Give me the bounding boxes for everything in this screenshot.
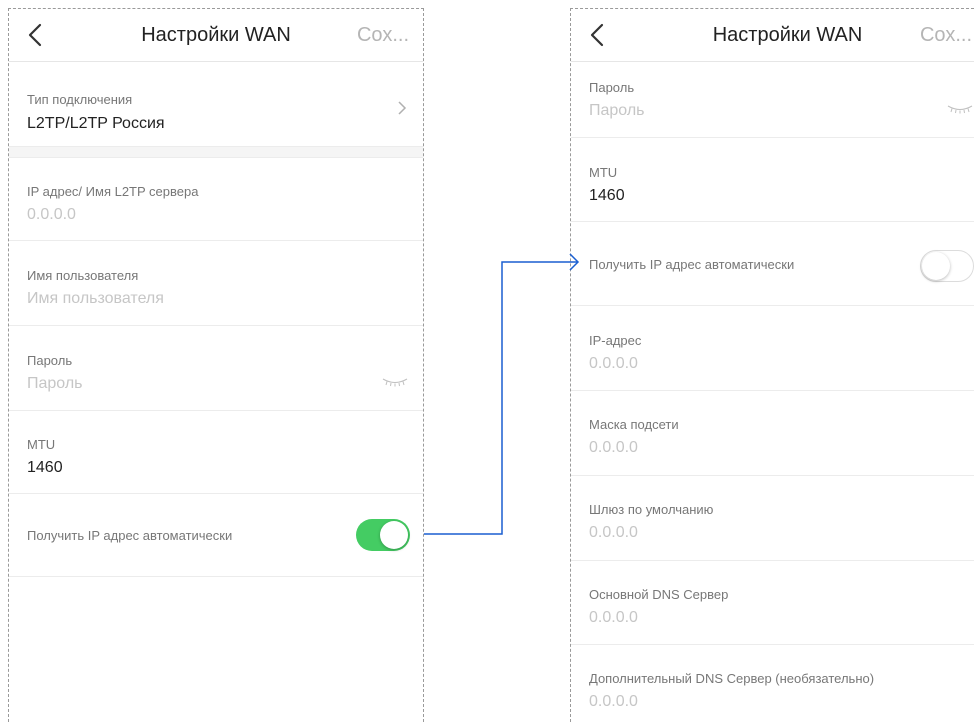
auto-ip-row: Получить IP адрес автоматически bbox=[571, 222, 974, 306]
toggle-knob bbox=[922, 251, 950, 280]
auto-ip-label: Получить IP адрес автоматически bbox=[27, 528, 233, 543]
secondary-dns-field[interactable]: Дополнительный DNS Сервер (необязательно… bbox=[571, 645, 974, 722]
toggle-knob bbox=[380, 521, 408, 549]
gateway-input[interactable]: 0.0.0.0 bbox=[589, 524, 638, 542]
mtu-label: MTU bbox=[27, 437, 56, 452]
ip-address-input[interactable]: 0.0.0.0 bbox=[589, 355, 638, 373]
ip-address-field[interactable]: IP-адрес 0.0.0.0 bbox=[571, 306, 974, 391]
subnet-mask-field[interactable]: Маска подсети 0.0.0.0 bbox=[571, 391, 974, 476]
mtu-input[interactable]: 1460 bbox=[589, 187, 625, 205]
subnet-mask-input[interactable]: 0.0.0.0 bbox=[589, 439, 638, 457]
save-button[interactable]: Сох... bbox=[357, 24, 409, 47]
mtu-field[interactable]: MTU 1460 bbox=[571, 138, 974, 222]
left-screen: Настройки WAN Сох... Тип подключения L2T… bbox=[8, 8, 424, 722]
mtu-input[interactable]: 1460 bbox=[27, 459, 63, 477]
header: Настройки WAN Сох... bbox=[9, 9, 423, 62]
connection-type-row[interactable]: Тип подключения L2TP/L2TP Россия bbox=[9, 62, 423, 147]
auto-ip-label: Получить IP адрес автоматически bbox=[589, 257, 795, 272]
subnet-mask-label: Маска подсети bbox=[589, 417, 679, 432]
server-input[interactable]: 0.0.0.0 bbox=[27, 206, 76, 224]
header: Настройки WAN Сох... bbox=[571, 9, 974, 62]
eye-closed-icon[interactable] bbox=[381, 377, 409, 387]
connection-type-label: Тип подключения bbox=[27, 92, 133, 107]
right-screen: Настройки WAN Сох... Пароль Пароль MTU 1… bbox=[570, 8, 974, 722]
chevron-right-icon bbox=[398, 101, 407, 115]
secondary-dns-label: Дополнительный DNS Сервер (необязательно… bbox=[589, 671, 875, 686]
server-label: IP адрес/ Имя L2TP сервера bbox=[27, 184, 199, 199]
username-label: Имя пользователя bbox=[27, 268, 139, 283]
mtu-field[interactable]: MTU 1460 bbox=[9, 411, 423, 494]
password-label: Пароль bbox=[27, 353, 73, 368]
ip-address-label: IP-адрес bbox=[589, 333, 642, 348]
secondary-dns-input[interactable]: 0.0.0.0 bbox=[589, 693, 638, 711]
page-title: Настройки WAN bbox=[712, 24, 863, 46]
username-field[interactable]: Имя пользователя Имя пользователя bbox=[9, 241, 423, 326]
gateway-field[interactable]: Шлюз по умолчанию 0.0.0.0 bbox=[571, 476, 974, 561]
primary-dns-input[interactable]: 0.0.0.0 bbox=[589, 609, 638, 627]
auto-ip-row: Получить IP адрес автоматически bbox=[9, 494, 423, 577]
primary-dns-field[interactable]: Основной DNS Сервер 0.0.0.0 bbox=[571, 561, 974, 645]
password-label: Пароль bbox=[589, 80, 635, 95]
eye-closed-icon[interactable] bbox=[946, 104, 974, 114]
password-field[interactable]: Пароль Пароль bbox=[9, 326, 423, 411]
password-field[interactable]: Пароль Пароль bbox=[571, 62, 974, 138]
auto-ip-toggle[interactable] bbox=[356, 519, 410, 551]
auto-ip-toggle[interactable] bbox=[920, 250, 974, 282]
connection-type-value: L2TP/L2TP Россия bbox=[27, 115, 165, 132]
server-field[interactable]: IP адрес/ Имя L2TP сервера 0.0.0.0 bbox=[9, 158, 423, 241]
gateway-label: Шлюз по умолчанию bbox=[589, 502, 714, 517]
save-button[interactable]: Сох... bbox=[920, 24, 972, 47]
section-divider bbox=[9, 147, 423, 158]
username-input[interactable]: Имя пользователя bbox=[27, 290, 164, 308]
password-input[interactable]: Пароль bbox=[589, 102, 645, 120]
mtu-label: MTU bbox=[589, 165, 618, 180]
password-input[interactable]: Пароль bbox=[27, 375, 83, 393]
primary-dns-label: Основной DNS Сервер bbox=[589, 587, 729, 602]
